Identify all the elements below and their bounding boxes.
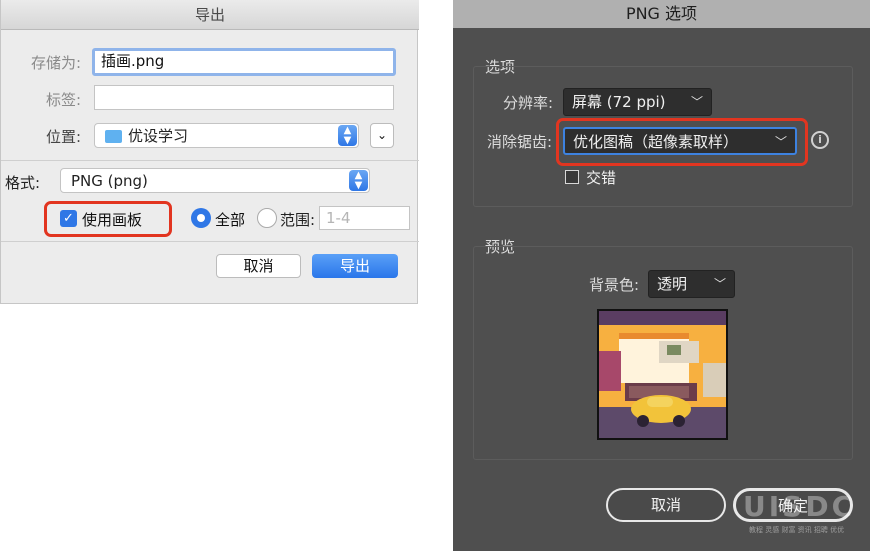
chevron-down-icon: ﹀ [774, 135, 787, 149]
png-options-dialog: PNG 选项 选项 分辨率: 屏幕 (72 ppi) ﹀ 消除锯齿: 优化图稿（… [453, 0, 870, 551]
range-label: 范围: [280, 211, 316, 229]
resolution-label: 分辨率: [503, 94, 554, 112]
png-options-title: PNG 选项 [453, 0, 870, 28]
tags-label: 标签: [45, 91, 81, 109]
format-stepper-icon: ▲ ▼ [349, 170, 368, 191]
watermark-logo: UISDC [743, 490, 856, 523]
location-stepper-icon: ▲ ▼ [338, 125, 357, 146]
background-value: 透明 [657, 275, 688, 293]
chevron-down-icon: ﹀ [713, 277, 726, 291]
cancel-button[interactable]: 取消 [216, 254, 301, 278]
background-select[interactable]: 透明 ﹀ [648, 270, 735, 298]
illustration-thumbnail [599, 311, 726, 438]
antialias-value: 优化图稿（超像素取样） [573, 133, 739, 151]
use-artboards-label: 使用画板 [82, 211, 143, 229]
chevron-down-icon: ﹀ [690, 95, 703, 109]
save-as-input[interactable]: 插画.png [92, 48, 396, 76]
checkmark-icon: ✓ [63, 211, 74, 226]
background-label: 背景色: [589, 276, 640, 294]
divider [1, 160, 419, 161]
range-input[interactable]: 1-4 [319, 206, 410, 230]
antialias-label: 消除锯齿: [487, 133, 553, 151]
chevron-down-icon: ⌄ [376, 128, 388, 142]
format-label: 格式: [5, 174, 41, 192]
interlaced-label: 交错 [586, 169, 617, 187]
expand-button[interactable]: ⌄ [370, 123, 394, 148]
export-dialog: 导出 存储为: 插画.png 标签: 位置: 优设学习 ▲ ▼ ⌄ 格式: PNG… [0, 0, 419, 304]
format-popup[interactable]: PNG (png) ▲ ▼ [60, 168, 370, 193]
cancel-button[interactable]: 取消 [606, 488, 726, 522]
tags-input[interactable] [94, 85, 394, 110]
folder-icon [105, 130, 122, 143]
location-label: 位置: [45, 128, 81, 146]
location-popup[interactable]: 优设学习 ▲ ▼ [94, 123, 359, 148]
use-artboards-checkbox[interactable]: ✓ [60, 210, 77, 227]
resolution-select[interactable]: 屏幕 (72 ppi) ﹀ [563, 88, 712, 116]
interlaced-checkbox[interactable] [565, 170, 579, 184]
location-value: 优设学习 [128, 127, 189, 145]
divider [1, 241, 419, 242]
format-value: PNG (png) [71, 172, 148, 190]
resolution-value: 屏幕 (72 ppi) [572, 93, 666, 111]
export-dialog-title: 导出 [1, 0, 419, 30]
preview-image [597, 309, 728, 440]
export-button[interactable]: 导出 [312, 254, 398, 278]
all-radio[interactable] [191, 208, 211, 228]
save-as-label: 存储为: [30, 54, 81, 72]
info-icon[interactable]: i [811, 131, 829, 149]
radio-dot-icon [197, 214, 205, 222]
all-label: 全部 [215, 211, 246, 229]
watermark-tagline: 教程 灵感 财富 资讯 招聘 优优 [749, 526, 845, 534]
antialias-select[interactable]: 优化图稿（超像素取样） ﹀ [563, 127, 797, 155]
range-radio[interactable] [257, 208, 277, 228]
